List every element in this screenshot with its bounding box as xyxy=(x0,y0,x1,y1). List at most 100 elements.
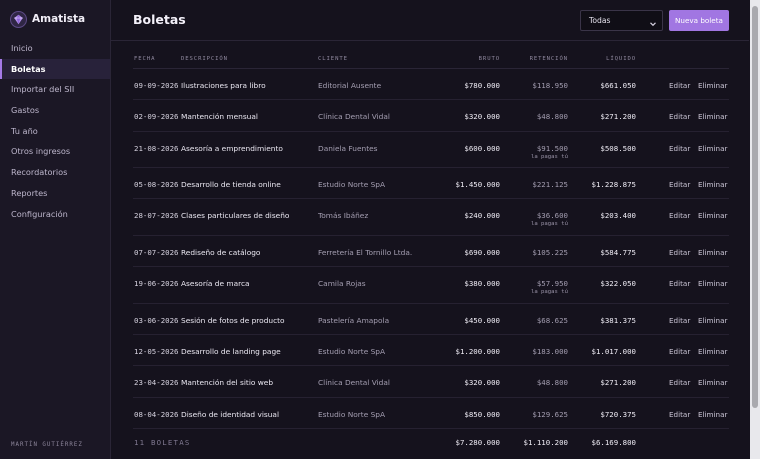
delete-button[interactable]: Eliminar xyxy=(698,316,727,325)
main-content: Boletas Todas Nueva boleta FECHA DESCRIP… xyxy=(111,0,749,459)
scroll-thumb[interactable] xyxy=(752,6,758,408)
delete-button[interactable]: Eliminar xyxy=(698,378,727,387)
column-header-fecha: FECHA xyxy=(134,56,156,62)
row-descripcion: Clases particulares de diseño xyxy=(181,211,290,221)
row-cliente: Clínica Dental Vidal xyxy=(318,378,390,388)
row-fecha: 02-09-2026 xyxy=(134,112,179,122)
sidebar-nav: Inicio Boletas Importar del SII Gastos Tu añ… xyxy=(0,38,110,224)
edit-button[interactable]: Editar xyxy=(669,248,690,257)
row-liquido: $1.228.875 xyxy=(591,180,637,190)
table-row: 23-04-2026 Mantención del sitio web Clínic… xyxy=(133,366,729,398)
sidebar-item-recordatorios[interactable]: Recordatorios xyxy=(0,162,110,183)
total-bruto: $7.280.000 xyxy=(455,437,501,447)
sidebar-item-inicio[interactable]: Inicio xyxy=(0,38,110,59)
row-retencion: $221.125 xyxy=(532,180,568,190)
row-bruto: $450.000 xyxy=(464,315,500,325)
row-cliente: Estudio Norte SpA xyxy=(318,409,386,419)
row-cliente: Camila Rojas xyxy=(318,279,366,289)
row-fecha: 21-08-2026 xyxy=(134,143,179,153)
row-liquido: $1.017.000 xyxy=(591,346,637,356)
sidebar: Amatista Inicio Boletas Importar del SII Ga… xyxy=(0,0,111,459)
row-liquido: $720.375 xyxy=(600,409,636,419)
edit-button[interactable]: Editar xyxy=(669,410,690,419)
row-retencion: $48.800 xyxy=(536,378,568,388)
sidebar-item-boletas[interactable]: Boletas xyxy=(0,58,110,80)
sidebar-item-configuracion[interactable]: Configuración xyxy=(0,204,110,225)
row-cliente: Estudio Norte SpA xyxy=(318,180,386,190)
edit-button[interactable]: Editar xyxy=(669,316,690,325)
delete-button[interactable]: Eliminar xyxy=(698,410,727,419)
row-retencion: $36.600 xyxy=(536,211,568,221)
table-footer: 11 BOLETAS $7.280.000 $1.110.200 $6.169.… xyxy=(133,429,729,455)
row-bruto: $380.000 xyxy=(464,279,500,289)
row-fecha: 08-04-2026 xyxy=(134,409,179,419)
delete-button[interactable]: Eliminar xyxy=(698,112,727,121)
app-name: Amatista xyxy=(32,13,86,25)
sidebar-item-importar-sii[interactable]: Importar del SII xyxy=(0,79,110,100)
delete-button[interactable]: Eliminar xyxy=(698,279,727,288)
row-fecha: 07-07-2026 xyxy=(134,247,179,257)
row-retencion: $57.950 xyxy=(536,279,568,289)
filter-select[interactable]: Todas xyxy=(580,10,663,31)
sidebar-item-reportes[interactable]: Reportes xyxy=(0,183,110,204)
total-liquido: $6.169.800 xyxy=(591,437,637,447)
row-cliente: Ferretería El Tornillo Ltda. xyxy=(318,247,413,257)
edit-button[interactable]: Editar xyxy=(669,347,690,356)
edit-button[interactable]: Editar xyxy=(669,112,690,121)
row-cliente: Tomás Ibáñez xyxy=(318,211,369,221)
delete-button[interactable]: Eliminar xyxy=(698,248,727,257)
delete-button[interactable]: Eliminar xyxy=(698,211,727,220)
edit-button[interactable]: Editar xyxy=(669,180,690,189)
row-retencion: $105.225 xyxy=(532,247,568,257)
column-header-liquido: LÍQUIDO xyxy=(606,56,636,62)
row-bruto: $1.450.000 xyxy=(455,180,501,190)
row-retencion: $183.000 xyxy=(532,346,568,356)
row-liquido: $271.200 xyxy=(600,112,636,122)
table-row: 12-05-2026 Desarrollo de landing page Estu… xyxy=(133,335,729,367)
row-bruto: $780.000 xyxy=(464,81,500,90)
row-cliente: Editorial Ausente xyxy=(318,81,382,90)
sidebar-item-gastos[interactable]: Gastos xyxy=(0,100,110,121)
table-row: 19-06-2026 Asesoría de marca Camila Rojas $… xyxy=(133,267,729,304)
row-descripcion: Sesión de fotos de producto xyxy=(181,315,285,325)
sidebar-item-otros-ingresos[interactable]: Otros ingresos xyxy=(0,141,110,162)
edit-button[interactable]: Editar xyxy=(669,211,690,220)
row-bruto: $850.000 xyxy=(464,409,500,419)
sidebar-item-tu-ano[interactable]: Tu año xyxy=(0,121,110,142)
delete-button[interactable]: Eliminar xyxy=(698,180,727,189)
column-header-cliente: CLIENTE xyxy=(318,56,348,62)
row-liquido: $584.775 xyxy=(600,247,636,257)
row-bruto: $690.000 xyxy=(464,247,500,257)
row-liquido: $508.500 xyxy=(600,143,636,153)
edit-button[interactable]: Editar xyxy=(669,279,690,288)
new-boleta-button[interactable]: Nueva boleta xyxy=(669,10,729,31)
row-fecha: 05-08-2026 xyxy=(134,180,179,190)
row-cliente: Daniela Fuentes xyxy=(318,143,378,153)
table-row: 09-09-2026 Ilustraciones para libro Editor… xyxy=(133,69,729,101)
delete-button[interactable]: Eliminar xyxy=(698,81,727,90)
table-row: 03-06-2026 Sesión de fotos de producto Pas… xyxy=(133,304,729,335)
table-row: 28-07-2026 Clases particulares de diseño T… xyxy=(133,199,729,236)
chevron-down-icon xyxy=(649,16,657,35)
edit-button[interactable]: Editar xyxy=(669,81,690,90)
filter-value: Todas xyxy=(589,16,611,25)
delete-button[interactable]: Eliminar xyxy=(698,144,727,153)
table-row: 05-08-2026 Desarrollo de tienda online Est… xyxy=(133,168,729,200)
boletas-table: FECHA DESCRIPCIÓN CLIENTE BRUTO RETENCIÓ… xyxy=(133,48,729,455)
scroll-up-icon[interactable] xyxy=(752,1,758,16)
row-retencion: $129.625 xyxy=(532,409,568,419)
row-descripcion: Mantención del sitio web xyxy=(181,378,274,388)
delete-button[interactable]: Eliminar xyxy=(698,347,727,356)
row-cliente: Estudio Norte SpA xyxy=(318,346,386,356)
edit-button[interactable]: Editar xyxy=(669,144,690,153)
table-row: 02-09-2026 Mantención mensual Clínica Dent… xyxy=(133,100,729,132)
row-bruto: $1.200.000 xyxy=(455,346,501,356)
page-header: Boletas Todas Nueva boleta xyxy=(111,0,749,41)
brand[interactable]: Amatista xyxy=(10,9,85,29)
row-liquido: $271.200 xyxy=(600,378,636,388)
scrollbar[interactable] xyxy=(750,0,760,459)
edit-button[interactable]: Editar xyxy=(669,378,690,387)
scroll-down-icon[interactable] xyxy=(752,453,758,457)
row-cliente: Clínica Dental Vidal xyxy=(318,112,390,122)
row-bruto: $320.000 xyxy=(464,378,500,388)
